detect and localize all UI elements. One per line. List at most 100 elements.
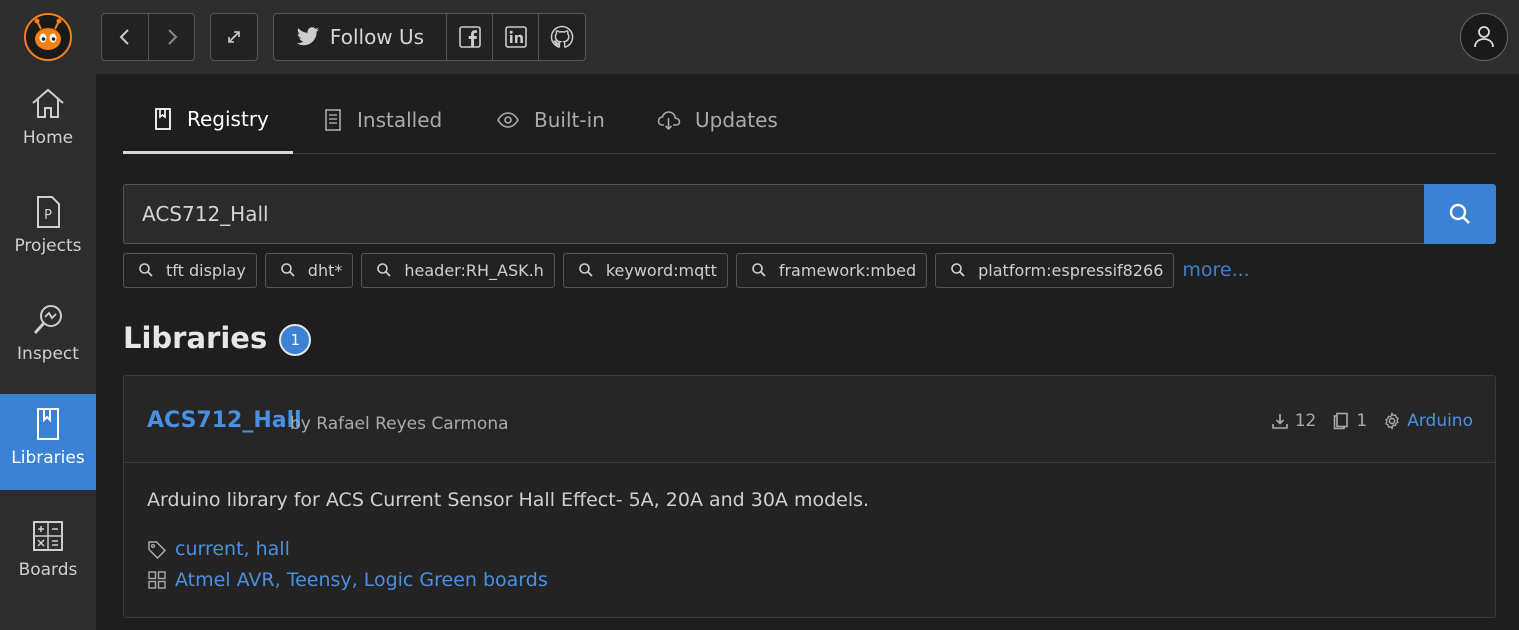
chip-label: keyword:mqtt [605,260,717,280]
examples-value: 1 [1356,411,1368,431]
library-name-link[interactable]: ACS712_Hall [147,408,302,433]
tab-label: Built-in [534,108,605,132]
follow-us-label: Follow Us [329,25,425,49]
list-icon [325,109,341,131]
library-keywords: current, hall [147,538,290,560]
eye-icon [497,112,519,128]
sidebar-item-home[interactable]: Home [0,74,96,170]
search-icon [579,263,593,277]
suggestion-chip[interactable]: header:RH_ASK.h [361,252,555,288]
book-icon [155,107,171,130]
more-suggestions-link[interactable]: more... [1182,259,1249,281]
library-meta: 12 1 Arduino [1255,411,1473,431]
library-author: by Rafael Reyes Carmona [290,414,509,434]
github-button[interactable] [538,14,584,60]
search-button[interactable] [1424,184,1496,244]
account-button[interactable] [1460,13,1508,61]
chevron-left-icon [119,29,129,45]
forward-button[interactable] [148,14,194,60]
library-card: ACS712_Hall by Rafael Reyes Carmona 12 1 [123,375,1496,618]
library-card-header: ACS712_Hall by Rafael Reyes Carmona 12 1 [124,376,1495,463]
svg-text:P: P [44,208,52,223]
suggestion-chip[interactable]: keyword:mqtt [562,252,728,288]
sidebar-item-boards[interactable]: Boards [0,506,96,602]
results-heading: Libraries 1 [123,320,312,356]
tab-label: Updates [695,108,778,132]
gear-icon [1385,412,1400,430]
library-platforms: Atmel AVR, Teensy, Logic Green boards [147,569,548,591]
back-button[interactable] [102,14,148,60]
inspect-icon [33,305,62,335]
chip-label: tft display [166,260,246,280]
keywords-links[interactable]: current, hall [175,538,290,560]
user-icon [1474,26,1494,48]
expand-icon [228,31,240,43]
tab-registry[interactable]: Registry [123,86,293,154]
copy-icon [1334,412,1349,430]
sidebar-item-projects[interactable]: P Projects [0,182,96,278]
tab-label: Registry [187,106,269,131]
sidebar-item-label: Inspect [17,344,79,364]
search-icon [280,263,295,277]
sidebar-item-label: Libraries [11,448,85,468]
sidebar-item-inspect[interactable]: Inspect [0,290,96,386]
expand-group [210,13,258,61]
alien-logo-icon [26,15,70,59]
home-icon [32,88,64,118]
suggestion-chip[interactable]: tft display [123,252,257,288]
grid-icon [148,571,166,589]
chip-label: dht* [307,260,343,280]
search-icon [752,263,766,277]
platforms-links[interactable]: Atmel AVR, Teensy, Logic Green boards [175,569,548,591]
framework-info: Arduino [1383,411,1473,431]
tab-updates[interactable]: Updates [657,86,778,154]
boards-icon [33,521,63,551]
sidebar-item-libraries[interactable]: Libraries [0,394,96,490]
library-tabs: Registry Installed Built-in Updates [123,86,1496,154]
chip-label: platform:espressif8266 [978,260,1164,280]
chip-label: framework:mbed [778,260,917,280]
tab-installed[interactable]: Installed [323,86,442,154]
search-bar [123,184,1496,244]
cloud-download-icon [657,111,681,131]
chip-label: header:RH_ASK.h [404,260,544,280]
facebook-button[interactable] [446,14,492,60]
expand-button[interactable] [211,14,257,60]
framework-link[interactable]: Arduino [1407,411,1473,431]
sidebar: Home P Projects Inspect Libraries Boards [0,74,96,630]
downloads-count: 12 [1271,411,1317,431]
suggestion-chip[interactable]: dht* [264,252,354,288]
tab-label: Installed [357,108,443,132]
page-title: Libraries [123,321,268,355]
follow-us-button[interactable]: Follow Us [274,14,446,60]
github-icon [550,25,573,48]
search-icon [951,263,965,277]
libraries-icon [37,408,59,440]
history-nav [101,13,195,61]
sidebar-item-label: Projects [14,236,82,256]
facebook-icon [458,26,481,48]
library-description: Arduino library for ACS Current Sensor H… [147,489,870,511]
suggestion-chip[interactable]: framework:mbed [735,252,928,288]
projects-icon: P [37,196,60,228]
sidebar-item-label: Home [22,128,74,148]
sidebar-item-label: Boards [18,560,78,580]
social-group: Follow Us [273,13,586,61]
examples-count: 1 [1332,411,1367,431]
chevron-right-icon [167,29,177,45]
twitter-icon [296,27,319,46]
downloads-value: 12 [1294,411,1317,431]
top-bar: Follow Us [0,0,1519,74]
tab-built-in[interactable]: Built-in [496,86,605,154]
result-count-badge: 1 [279,324,312,356]
search-icon [377,263,392,277]
linkedin-icon [504,26,527,48]
search-icon [1449,203,1470,224]
tag-icon [148,541,167,559]
linkedin-button[interactable] [492,14,538,60]
search-suggestions: tft display dht* header:RH_ASK.h keyword… [123,252,1250,288]
suggestion-chip[interactable]: platform:espressif8266 [935,252,1175,288]
platformio-logo[interactable] [24,13,72,61]
search-input[interactable] [123,184,1424,244]
download-icon [1271,414,1288,429]
